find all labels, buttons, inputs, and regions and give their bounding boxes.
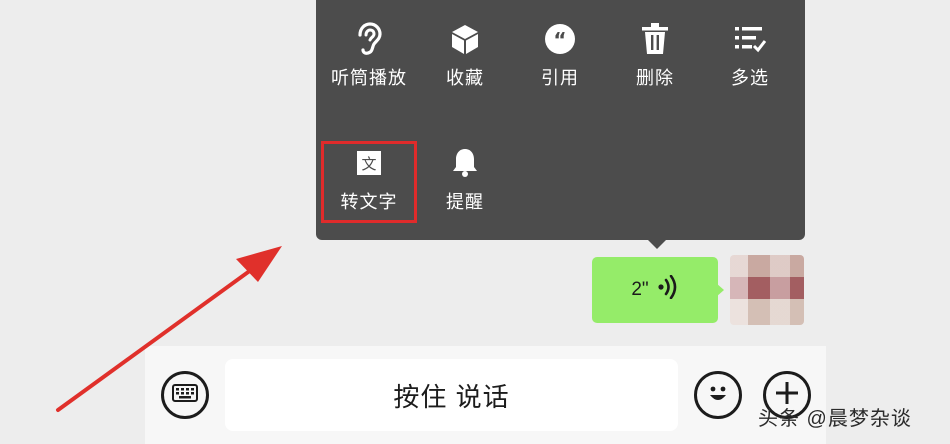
arrow-shaft <box>56 260 264 412</box>
red-arrow-annotation <box>56 246 282 412</box>
